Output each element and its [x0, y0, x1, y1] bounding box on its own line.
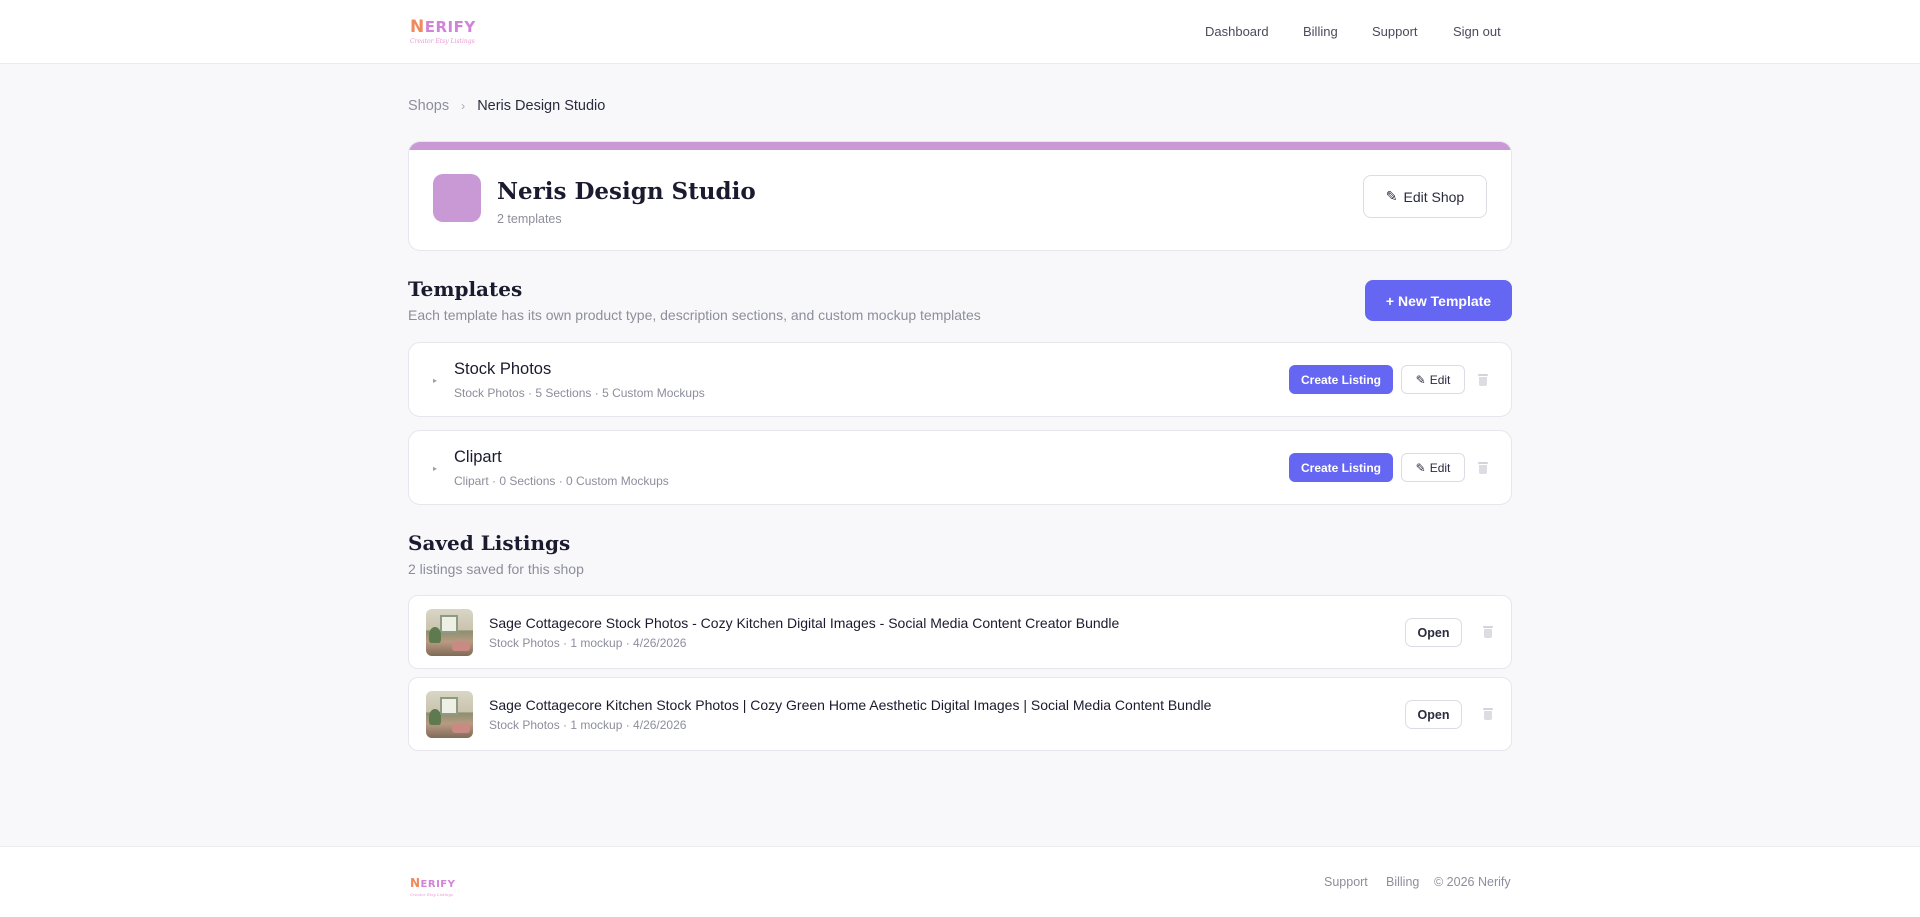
expand-caret-icon[interactable]: ▸ [433, 464, 437, 473]
shop-header-card: Neris Design Studio 2 templates ✎ Edit S… [408, 141, 1512, 251]
listing-title: Sage Cottagecore Kitchen Stock Photos | … [489, 697, 1212, 713]
breadcrumb-shops-link[interactable]: Shops [408, 98, 449, 114]
template-name: Clipart [454, 448, 502, 466]
template-meta: Stock Photos · 5 Sections · 5 Custom Moc… [454, 386, 705, 400]
logo-tagline: Creator Etsy Listings [410, 892, 454, 897]
listing-thumbnail [426, 691, 473, 738]
template-meta: Clipart · 0 Sections · 0 Custom Mockups [454, 474, 669, 488]
create-listing-button[interactable]: Create Listing [1289, 453, 1393, 482]
open-listing-button[interactable]: Open [1405, 618, 1462, 647]
footer-support-link[interactable]: Support [1324, 875, 1368, 889]
shop-template-count: 2 templates [497, 212, 562, 226]
listing-meta: Stock Photos · 1 mockup · 4/26/2026 [489, 636, 687, 650]
edit-template-button[interactable]: ✎ Edit [1401, 365, 1465, 394]
trash-icon[interactable] [1483, 708, 1493, 720]
template-name: Stock Photos [454, 360, 552, 378]
listing-title: Sage Cottagecore Stock Photos - Cozy Kit… [489, 615, 1120, 631]
trash-icon[interactable] [1483, 626, 1493, 638]
logo-wordmark: NERIFY [410, 17, 476, 37]
trash-icon[interactable] [1478, 462, 1488, 474]
breadcrumb: Shops › Neris Design Studio [408, 98, 605, 114]
edit-template-button[interactable]: ✎ Edit [1401, 453, 1465, 482]
breadcrumb-current: Neris Design Studio [477, 98, 606, 114]
pencil-icon: ✎ [1415, 460, 1426, 475]
saved-listings-count: 2 listings saved for this shop [408, 561, 584, 577]
footer-copyright: © 2026 Nerify [1434, 875, 1511, 889]
nav-sign-out[interactable]: Sign out [1453, 24, 1501, 39]
saved-listings-heading: Saved Listings [408, 531, 571, 555]
listing-meta: Stock Photos · 1 mockup · 4/26/2026 [489, 718, 687, 732]
listing-row[interactable]: Sage Cottagecore Kitchen Stock Photos | … [408, 677, 1512, 751]
logo-wordmark: NERIFY [410, 876, 456, 890]
edit-label: Edit [1429, 460, 1451, 475]
trash-icon[interactable] [1478, 374, 1488, 386]
shop-name: Neris Design Studio [497, 178, 756, 205]
templates-heading: Templates [408, 277, 523, 301]
pencil-icon: ✎ [1385, 188, 1398, 204]
pencil-icon: ✎ [1415, 372, 1426, 387]
logo-tagline: Creator Etsy Listings [410, 38, 475, 45]
footer-billing-link[interactable]: Billing [1386, 875, 1419, 889]
edit-shop-label: Edit Shop [1403, 188, 1465, 205]
edit-label: Edit [1429, 372, 1451, 387]
top-nav-bar: NERIFY Creator Etsy Listings Dashboard B… [0, 0, 1920, 64]
listing-thumbnail [426, 609, 473, 656]
shop-avatar [433, 174, 481, 222]
nav-billing[interactable]: Billing [1303, 24, 1338, 39]
nav-dashboard[interactable]: Dashboard [1205, 24, 1269, 39]
open-listing-button[interactable]: Open [1405, 700, 1462, 729]
footer: NERIFY Creator Etsy Listings Support Bil… [0, 846, 1920, 917]
footer-logo[interactable]: NERIFY Creator Etsy Listings [410, 874, 455, 897]
template-card[interactable]: ▸ Stock Photos Stock Photos · 5 Sections… [408, 342, 1512, 417]
edit-shop-button[interactable]: ✎ Edit Shop [1363, 175, 1487, 218]
nerify-logo[interactable]: NERIFY Creator Etsy Listings [410, 17, 476, 45]
expand-caret-icon[interactable]: ▸ [433, 376, 437, 385]
templates-description: Each template has its own product type, … [408, 307, 981, 323]
template-card[interactable]: ▸ Clipart Clipart · 0 Sections · 0 Custo… [408, 430, 1512, 505]
nav-support[interactable]: Support [1372, 24, 1418, 39]
listing-row[interactable]: Sage Cottagecore Stock Photos - Cozy Kit… [408, 595, 1512, 669]
create-listing-button[interactable]: Create Listing [1289, 365, 1393, 394]
new-template-button[interactable]: + New Template [1365, 280, 1512, 321]
shop-accent-bar [409, 142, 1511, 150]
breadcrumb-separator: › [461, 99, 466, 113]
